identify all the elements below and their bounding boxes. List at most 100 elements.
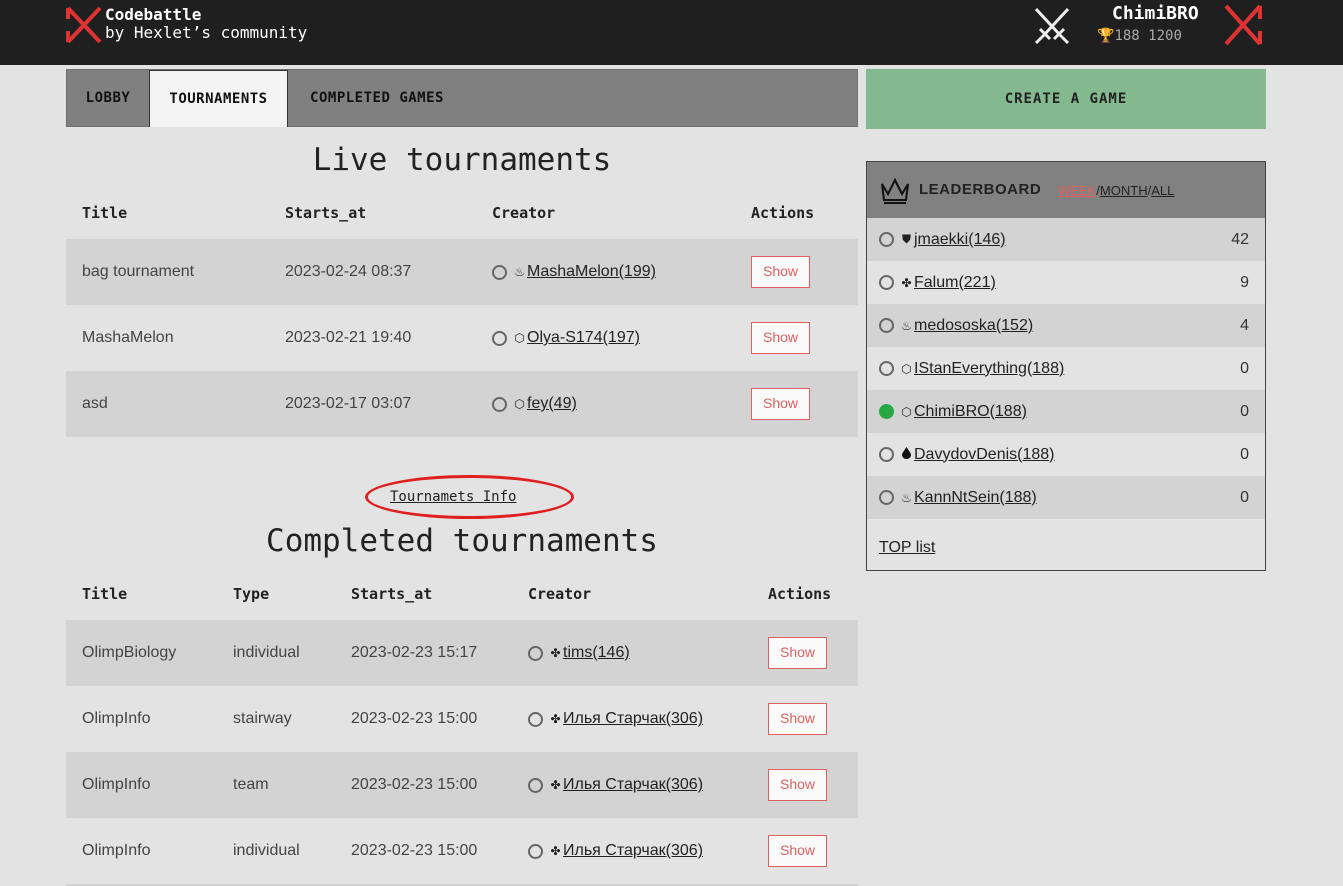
tournament-starts-at: 2023-02-17 03:07 [285, 395, 412, 412]
tournament-starts-at: 2023-02-23 15:00 [351, 776, 478, 793]
live-header-creator: Creator [492, 204, 556, 222]
tournament-starts-at: 2023-02-23 15:00 [351, 842, 478, 859]
period-all-link[interactable]: ALL [1151, 183, 1174, 198]
tournament-title: OlimpInfo [82, 776, 151, 793]
leaderboard-user: ⛊ jmaekki(146) [879, 218, 1006, 261]
leaderboard-row: ⛊ jmaekki(146) 42 [867, 218, 1265, 261]
tournament-title: bag tournament [82, 263, 195, 280]
python-icon: ✤ [550, 646, 561, 660]
show-button[interactable]: Show [768, 637, 827, 669]
tournament-title: MashaMelon [82, 329, 174, 346]
python-icon: ✤ [550, 844, 561, 858]
leaderboard-user: DavydovDenis(188) [879, 433, 1055, 476]
leaderboard-user: ⬡ IStanEverything(188) [879, 347, 1064, 390]
java-icon: ♨ [901, 490, 912, 505]
leaderboard-row: ✤ Falum(221) 9 [867, 261, 1265, 304]
tournament-creator: ⬡ fey(49) [492, 371, 577, 437]
user-stats: 🏆188 1200 [1097, 28, 1182, 44]
leaderboard-user: ♨ medososka(152) [879, 304, 1033, 347]
tournament-type: individual [233, 842, 300, 859]
tournament-creator: ✤ Илья Старчак(306) [528, 686, 703, 752]
table-row: OlimpInfo individual 2023-02-23 15:00 ✤ … [66, 818, 858, 884]
tournament-starts-at: 2023-02-23 15:00 [351, 710, 478, 727]
show-button[interactable]: Show [751, 256, 810, 288]
top-bar: Codebattle by Hexlet’s community ChimiBR… [0, 0, 1343, 65]
creator-link[interactable]: tims(146) [563, 620, 630, 686]
table-row: MashaMelon 2023-02-21 19:40 ⬡ Olya-S174(… [66, 305, 858, 371]
period-week-link[interactable]: WEEK [1058, 183, 1096, 198]
user-link[interactable]: ChimiBRO(188) [914, 403, 1027, 421]
live-header-actions: Actions [751, 204, 815, 222]
tournament-type: team [233, 776, 269, 793]
status-indicator [528, 777, 543, 793]
tab-lobby[interactable]: LOBBY [67, 70, 149, 127]
show-button[interactable]: Show [768, 835, 827, 867]
completed-header-type: Type [233, 585, 270, 603]
status-indicator [492, 264, 507, 280]
codebattle-logo-icon[interactable] [66, 5, 102, 45]
show-button[interactable]: Show [768, 703, 827, 735]
status-indicator [528, 645, 543, 661]
status-indicator [879, 361, 894, 376]
tournament-title: OlimpInfo [82, 710, 151, 727]
brand-name[interactable]: Codebattle [105, 5, 201, 24]
creator-link[interactable]: Илья Старчак(306) [563, 752, 703, 818]
leaderboard-user: ♨ KannNtSein(188) [879, 476, 1037, 519]
java-icon: ♨ [514, 265, 525, 279]
show-button[interactable]: Show [751, 388, 810, 420]
python-icon: ✤ [550, 712, 561, 726]
tournament-creator: ⬡ Olya-S174(197) [492, 305, 640, 371]
table-row: bag tournament 2023-02-24 08:37 ♨ MashaM… [66, 239, 858, 305]
creator-link[interactable]: MashaMelon(199) [527, 239, 656, 305]
table-row: OlimpInfo team 2023-02-23 15:00 ✤ Илья С… [66, 752, 858, 818]
tournament-starts-at: 2023-02-21 19:40 [285, 329, 412, 346]
user-link[interactable]: IStanEverything(188) [914, 360, 1064, 378]
leaderboard-user: ⬡ ChimiBRO(188) [879, 390, 1027, 433]
status-indicator [528, 843, 543, 859]
top-list-link[interactable]: TOP list [879, 539, 935, 557]
tournament-starts-at: 2023-02-24 08:37 [285, 263, 412, 280]
status-indicator [528, 711, 543, 727]
completed-tournaments-title: Completed tournaments [266, 523, 658, 559]
trophy-icon: 🏆 [1097, 28, 1115, 44]
user-link[interactable]: medososka(152) [914, 317, 1033, 335]
main-tabs: LOBBY TOURNAMENTS COMPLETED GAMES [66, 69, 858, 127]
table-row: OlimpBiology individual 2023-02-23 15:17… [66, 620, 858, 686]
creator-link[interactable]: Илья Старчак(306) [563, 686, 703, 752]
create-game-button[interactable]: CREATE A GAME [866, 69, 1266, 129]
period-month-link[interactable]: MONTH [1100, 183, 1148, 198]
leaderboard-title: LEADERBOARD [919, 181, 1042, 198]
user-link[interactable]: Falum(221) [914, 274, 996, 292]
user-link[interactable]: jmaekki(146) [914, 231, 1006, 249]
user-link[interactable]: DavydovDenis(188) [914, 446, 1055, 464]
creator-link[interactable]: Илья Старчак(306) [563, 818, 703, 884]
user-avatar-icon[interactable] [1222, 3, 1264, 47]
user-score: 9 [1240, 274, 1249, 291]
creator-link[interactable]: Olya-S174(197) [527, 305, 640, 371]
tournament-creator: ✤ Илья Старчак(306) [528, 818, 703, 884]
crossed-swords-icon[interactable] [1030, 5, 1074, 47]
tournament-creator: ♨ MashaMelon(199) [492, 239, 656, 305]
show-button[interactable]: Show [751, 322, 810, 354]
leaderboard-user: ✤ Falum(221) [879, 261, 996, 304]
leaderboard-header: LEADERBOARD WEEK/MONTH/ALL [867, 162, 1265, 218]
tournament-creator: ✤ Илья Старчак(306) [528, 752, 703, 818]
show-button[interactable]: Show [768, 769, 827, 801]
user-link[interactable]: KannNtSein(188) [914, 489, 1037, 507]
tab-tournaments[interactable]: TOURNAMENTS [149, 70, 288, 127]
leaderboard-row: ⬡ ChimiBRO(188) 0 [867, 390, 1265, 433]
leaderboard-period-switch: WEEK/MONTH/ALL [1058, 183, 1175, 198]
language-icon: ⛊ [901, 232, 911, 246]
tournaments-info-link[interactable]: Tournamets Info [390, 489, 516, 505]
nodejs-icon: ⬡ [514, 397, 525, 411]
user-score: 0 [1240, 489, 1249, 506]
tournament-title: asd [82, 395, 108, 412]
tournament-creator: ✤ tims(146) [528, 620, 630, 686]
online-status-indicator [879, 404, 894, 419]
table-row: asd 2023-02-17 03:07 ⬡ fey(49) Show [66, 371, 858, 437]
creator-link[interactable]: fey(49) [527, 371, 577, 437]
java-icon: ♨ [901, 318, 912, 333]
live-header-title: Title [82, 204, 128, 222]
tab-completed-games[interactable]: COMPLETED GAMES [288, 70, 466, 127]
user-name[interactable]: ChimiBRO [1112, 3, 1199, 24]
